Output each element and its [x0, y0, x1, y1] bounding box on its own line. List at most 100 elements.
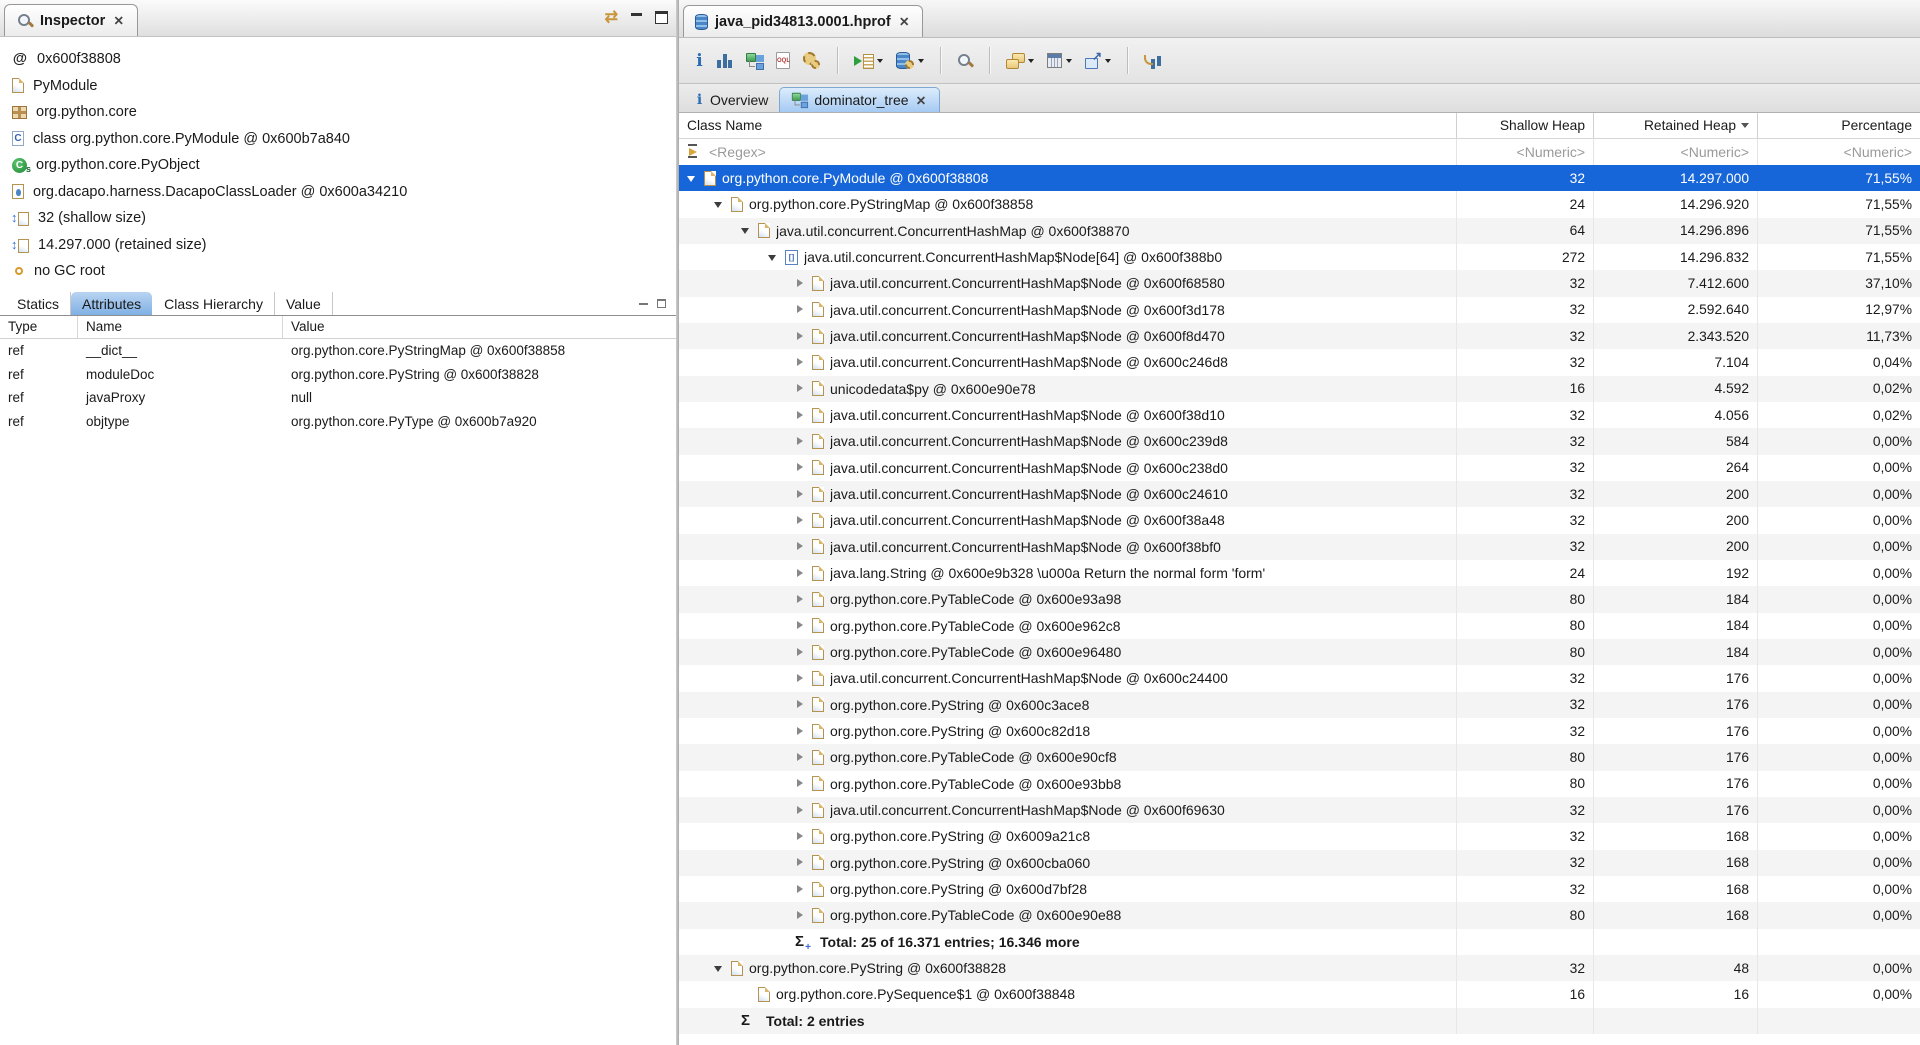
section-maximize-icon[interactable]	[657, 299, 666, 308]
column-header-value[interactable]: Value	[283, 316, 676, 339]
search-button[interactable]	[953, 50, 977, 72]
shallow-heap-filter[interactable]: <Numeric>	[1456, 139, 1593, 165]
inspector-item[interactable]: PyModule	[0, 73, 676, 100]
class-name-filter[interactable]: <Regex>	[679, 139, 1456, 165]
inspector-item[interactable]: org.dacapo.harness.DacapoClassLoader @ 0…	[0, 179, 676, 206]
column-header-name[interactable]: Name	[78, 316, 283, 339]
expand-arrow-icon[interactable]	[795, 805, 806, 816]
tab-value[interactable]: Value	[275, 292, 333, 315]
collapse-arrow-icon[interactable]	[741, 225, 752, 236]
inspector-item[interactable]: class org.python.core.PyModule @ 0x600b7…	[0, 126, 676, 153]
compare-button[interactable]	[1140, 50, 1165, 72]
expand-arrow-icon[interactable]	[795, 778, 806, 789]
expand-arrow-icon[interactable]	[795, 304, 806, 315]
tree-row[interactable]: java.util.concurrent.ConcurrentHashMap$N…	[679, 297, 1920, 323]
calculator-button[interactable]	[1043, 50, 1076, 71]
expand-arrow-icon[interactable]	[795, 278, 806, 289]
tree-row[interactable]: java.util.concurrent.ConcurrentHashMap$N…	[679, 455, 1920, 481]
tree-row[interactable]: java.util.concurrent.ConcurrentHashMap$N…	[679, 797, 1920, 823]
tree-row[interactable]: org.python.core.PyString @ 0x600c3ace832…	[679, 692, 1920, 718]
expand-arrow-icon[interactable]	[795, 410, 806, 421]
tab-overview[interactable]: Overview	[684, 87, 779, 112]
section-minimize-icon[interactable]	[639, 299, 649, 309]
inspector-item[interactable]: no GC root	[0, 258, 676, 285]
histogram-button[interactable]	[713, 50, 737, 72]
group-by-button[interactable]	[1002, 50, 1038, 72]
attribute-row[interactable]: refmoduleDocorg.python.core.PyString @ 0…	[0, 363, 676, 387]
expand-arrow-icon[interactable]	[795, 489, 806, 500]
tree-row[interactable]: java.lang.String @ 0x600e9b328 \u000a Re…	[679, 560, 1920, 586]
tree-total-row[interactable]: Total: 2 entries	[679, 1008, 1920, 1034]
inspector-item[interactable]: 14.297.000 (retained size)	[0, 232, 676, 259]
expand-arrow-icon[interactable]	[795, 462, 806, 473]
attribute-row[interactable]: ref__dict__org.python.core.PyStringMap @…	[0, 339, 676, 363]
collapse-arrow-icon[interactable]	[714, 963, 725, 974]
close-icon[interactable]	[915, 93, 928, 108]
percentage-filter[interactable]: <Numeric>	[1757, 139, 1920, 165]
expand-arrow-icon[interactable]	[795, 383, 806, 394]
close-icon[interactable]	[112, 13, 125, 28]
column-header-shallow-heap[interactable]: Shallow Heap	[1456, 113, 1593, 138]
tab-statics[interactable]: Statics	[6, 292, 71, 315]
expand-arrow-icon[interactable]	[795, 515, 806, 526]
tab-dominator-tree[interactable]: dominator_tree	[779, 87, 939, 112]
tab-attributes[interactable]: Attributes	[71, 292, 152, 315]
tree-row[interactable]: java.util.concurrent.ConcurrentHashMap$N…	[679, 507, 1920, 533]
run-query-menu-button[interactable]	[850, 50, 887, 72]
column-header-retained-heap[interactable]: Retained Heap	[1593, 113, 1757, 138]
expand-arrow-icon[interactable]	[795, 910, 806, 921]
export-button[interactable]	[1081, 50, 1115, 72]
expand-arrow-icon[interactable]	[795, 673, 806, 684]
tree-row[interactable]: org.python.core.PyTableCode @ 0x600e93bb…	[679, 771, 1920, 797]
tree-row[interactable]: java.util.concurrent.ConcurrentHashMap$N…	[679, 534, 1920, 560]
tree-row[interactable]: java.util.concurrent.ConcurrentHashMap$N…	[679, 481, 1920, 507]
dominator-tree-button[interactable]	[742, 50, 767, 72]
tree-row[interactable]: org.python.core.PyString @ 0x600c82d1832…	[679, 718, 1920, 744]
tree-row[interactable]: org.python.core.PyString @ 0x600cba06032…	[679, 850, 1920, 876]
expand-arrow-icon[interactable]	[795, 331, 806, 342]
tree-row[interactable]: java.util.concurrent.ConcurrentHashMap @…	[679, 218, 1920, 244]
column-header-type[interactable]: Type	[0, 316, 78, 339]
expand-arrow-icon[interactable]	[795, 620, 806, 631]
tree-row[interactable]: org.python.core.PyTableCode @ 0x600e962c…	[679, 613, 1920, 639]
expand-arrow-icon[interactable]	[795, 752, 806, 763]
tree-row[interactable]: java.util.concurrent.ConcurrentHashMap$N…	[679, 665, 1920, 691]
tree-row[interactable]: java.util.concurrent.ConcurrentHashMap$N…	[679, 428, 1920, 454]
expand-arrow-icon[interactable]	[795, 699, 806, 710]
tree-row[interactable]: org.python.core.PyString @ 0x6009a21c832…	[679, 823, 1920, 849]
expand-arrow-icon[interactable]	[795, 831, 806, 842]
expand-arrow-icon[interactable]	[795, 726, 806, 737]
tree-row[interactable]: org.python.core.PySequence$1 @ 0x600f388…	[679, 981, 1920, 1007]
tree-row[interactable]: java.util.concurrent.ConcurrentHashMap$N…	[679, 323, 1920, 349]
inspector-item[interactable]: org.python.core.PyObject	[0, 152, 676, 179]
inspector-item[interactable]: org.python.core	[0, 99, 676, 126]
tree-row[interactable]: unicodedata$py @ 0x600e90e78164.5920,02%	[679, 376, 1920, 402]
inspector-tab[interactable]: Inspector	[4, 4, 138, 36]
oql-button[interactable]	[772, 49, 794, 72]
expand-arrow-icon[interactable]	[795, 594, 806, 605]
tab-class-hierarchy[interactable]: Class Hierarchy	[153, 292, 275, 315]
collapse-arrow-icon[interactable]	[687, 173, 698, 184]
tree-row[interactable]: java.util.concurrent.ConcurrentHashMap$N…	[679, 244, 1920, 270]
tree-row[interactable]: org.python.core.PyModule @ 0x600f3880832…	[679, 165, 1920, 191]
heap-dump-editor-tab[interactable]: java_pid34813.0001.hprof	[683, 5, 923, 37]
attribute-row[interactable]: refobjtypeorg.python.core.PyType @ 0x600…	[0, 410, 676, 434]
tree-row[interactable]: org.python.core.PyTableCode @ 0x600e90cf…	[679, 744, 1920, 770]
column-header-class-name[interactable]: Class Name	[679, 113, 1456, 138]
expand-arrow-icon[interactable]	[795, 541, 806, 552]
inspector-item[interactable]: 0x600f38808	[0, 46, 676, 73]
maximize-icon[interactable]	[655, 11, 668, 24]
inspector-item[interactable]: 32 (shallow size)	[0, 205, 676, 232]
close-icon[interactable]	[898, 14, 911, 29]
collapse-arrow-icon[interactable]	[714, 199, 725, 210]
tree-row[interactable]: org.python.core.PyString @ 0x600d7bf2832…	[679, 876, 1920, 902]
tree-row[interactable]: org.python.core.PyTableCode @ 0x600e9648…	[679, 639, 1920, 665]
tree-row[interactable]: org.python.core.PyString @ 0x600f3882832…	[679, 955, 1920, 981]
attribute-row[interactable]: refjavaProxynull	[0, 386, 676, 410]
expand-arrow-icon[interactable]	[795, 357, 806, 368]
expand-arrow-icon[interactable]	[795, 857, 806, 868]
tree-row[interactable]: java.util.concurrent.ConcurrentHashMap$N…	[679, 402, 1920, 428]
retained-heap-filter[interactable]: <Numeric>	[1593, 139, 1757, 165]
expand-arrow-icon[interactable]	[795, 568, 806, 579]
expand-arrow-icon[interactable]	[795, 647, 806, 658]
